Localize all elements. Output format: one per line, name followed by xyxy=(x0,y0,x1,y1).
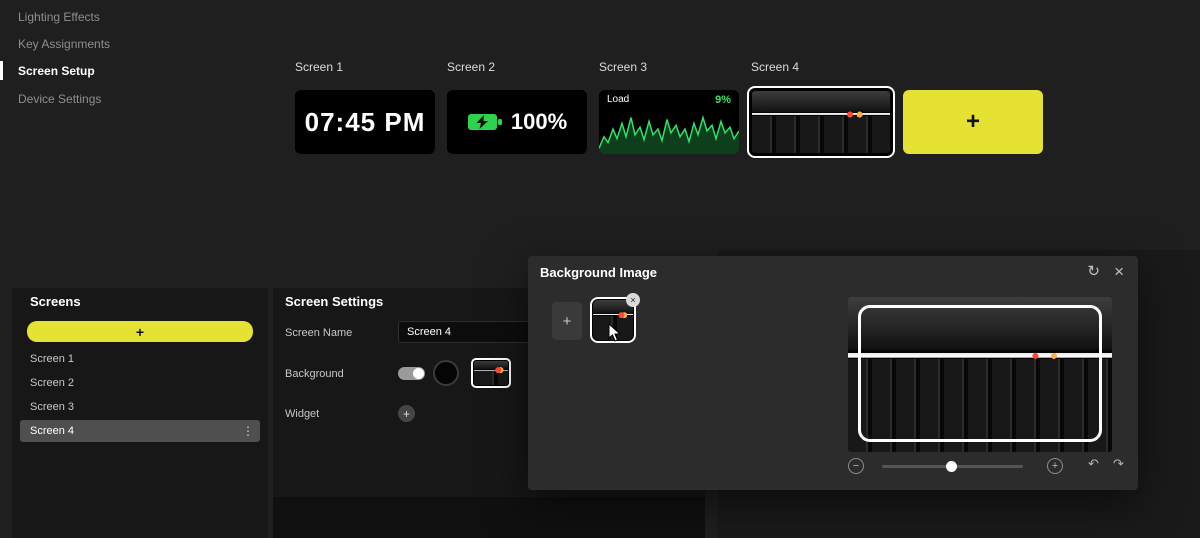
screens-list-item-3[interactable]: Screen 3 xyxy=(20,396,260,418)
load-value: 9% xyxy=(715,94,731,106)
screens-list-item-1[interactable]: Screen 1 xyxy=(20,348,260,370)
background-image-thumb-selected[interactable] xyxy=(471,358,511,388)
battery-widget: 100% xyxy=(467,109,567,135)
screen-name-label: Screen Name xyxy=(285,327,353,339)
keyboard-background-image xyxy=(752,91,890,153)
screens-panel: Screens + Screen 1 Screen 2 Screen 3 Scr… xyxy=(12,288,268,538)
background-toggle[interactable] xyxy=(398,367,425,380)
add-screen-tile-button[interactable]: + xyxy=(903,90,1043,154)
battery-percent: 100% xyxy=(510,109,568,134)
screen3-preview-load[interactable]: Load 9% xyxy=(599,90,739,154)
screen2-preview-battery[interactable]: 100% xyxy=(447,90,587,154)
rotate-right-icon[interactable]: ↷ xyxy=(1113,456,1124,472)
settings-panel-title: Screen Settings xyxy=(285,294,384,309)
background-label: Background xyxy=(285,368,344,380)
keyboard-background-image xyxy=(593,300,633,340)
screens-list-item-4-selected[interactable]: Screen 4 ⋮ xyxy=(20,420,260,442)
item-overflow-menu-icon[interactable]: ⋮ xyxy=(242,420,254,442)
zoom-out-button[interactable]: − xyxy=(848,458,864,474)
screen4-label: Screen 4 xyxy=(751,60,800,74)
refresh-icon[interactable]: ↻ xyxy=(1087,263,1100,281)
rotate-left-icon[interactable]: ↶ xyxy=(1088,456,1099,472)
uploaded-image-thumb[interactable]: × xyxy=(590,293,640,343)
screen3-label: Screen 3 xyxy=(599,60,648,74)
screen1-preview-clock[interactable]: 07:45 PM xyxy=(295,90,435,154)
remove-image-badge[interactable]: × xyxy=(626,293,640,307)
app-window: Lighting Effects Key Assignments Screen … xyxy=(0,0,1200,538)
battery-charging-icon xyxy=(467,114,502,130)
toggle-knob xyxy=(413,368,424,379)
close-icon[interactable]: × xyxy=(1114,263,1124,281)
load-label: Load xyxy=(607,94,630,105)
zoom-slider-thumb[interactable] xyxy=(946,461,957,472)
add-image-button[interactable]: + xyxy=(552,302,582,340)
sidebar-item-screen-setup[interactable]: Screen Setup xyxy=(18,62,95,80)
screen4-preview-selected[interactable] xyxy=(747,86,895,158)
keyboard-background-image xyxy=(474,361,508,385)
sidebar-item-lighting-effects[interactable]: Lighting Effects xyxy=(18,8,100,26)
image-crop-preview[interactable] xyxy=(848,297,1112,452)
modal-title: Background Image xyxy=(540,265,658,280)
screen1-label: Screen 1 xyxy=(295,60,344,74)
sidebar-item-device-settings[interactable]: Device Settings xyxy=(18,90,101,108)
background-color-swatch[interactable] xyxy=(433,360,459,386)
sidebar-item-key-assignments[interactable]: Key Assignments xyxy=(18,35,110,53)
zoom-in-button[interactable]: + xyxy=(1047,458,1063,474)
panel-footer-strip xyxy=(273,497,705,538)
screen-name-input[interactable] xyxy=(398,321,536,343)
active-item-indicator xyxy=(0,61,3,80)
screen2-label: Screen 2 xyxy=(447,60,496,74)
crop-frame[interactable] xyxy=(858,305,1102,442)
add-screen-button[interactable]: + xyxy=(27,321,253,342)
widget-label: Widget xyxy=(285,408,320,420)
add-widget-button[interactable]: + xyxy=(398,405,415,422)
screens-list-item-2[interactable]: Screen 2 xyxy=(20,372,260,394)
screens-list-item-label: Screen 4 xyxy=(30,425,75,437)
load-graph xyxy=(599,114,739,154)
background-image-modal: Background Image ↻ × + × − + ↶ ↷ xyxy=(528,256,1138,490)
screens-panel-title: Screens xyxy=(30,294,81,309)
clock-time: 07:45 PM xyxy=(304,106,426,137)
zoom-slider[interactable] xyxy=(882,461,1023,472)
